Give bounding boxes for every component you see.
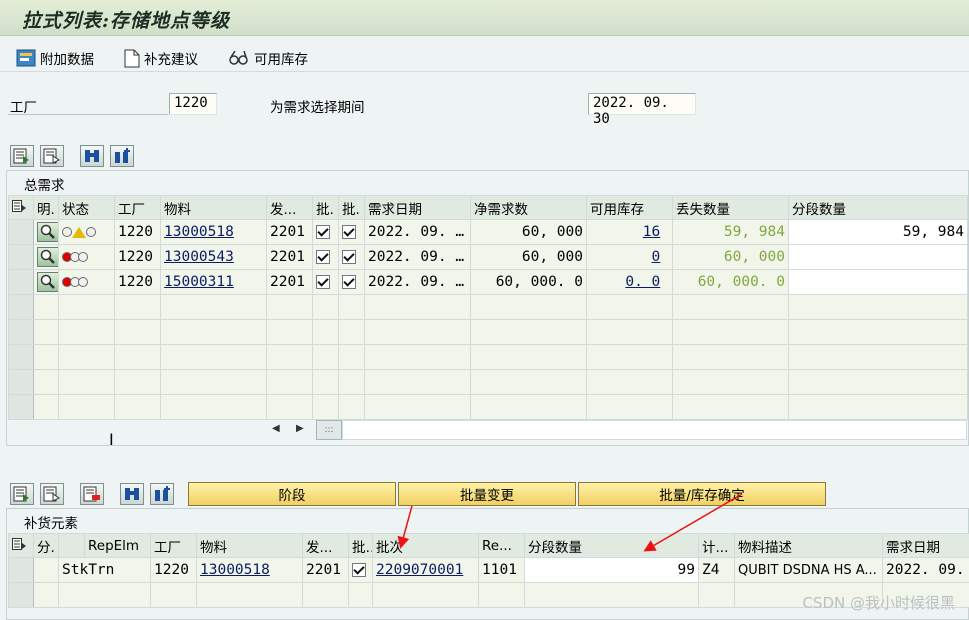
annotation-arrow [643, 493, 743, 552]
annotation-arrow [397, 505, 413, 549]
annotation-arrows [397, 493, 743, 552]
watermark: CSDN @我小时候很黑 [802, 594, 955, 612]
